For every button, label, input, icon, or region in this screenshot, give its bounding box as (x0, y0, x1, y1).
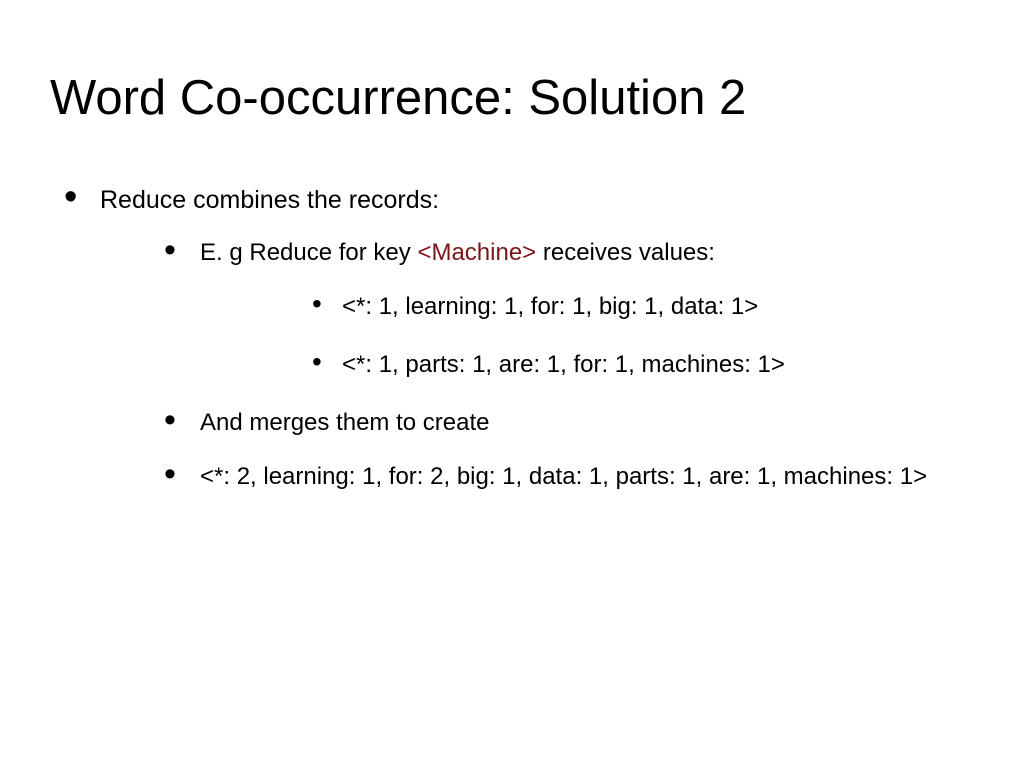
slide-title: Word Co-occurrence: Solution 2 (50, 70, 974, 126)
bullet-l3-value2: <*: 1, parts: 1, are: 1, for: 1, machine… (308, 351, 974, 379)
l2a-suffix: receives values: (536, 239, 715, 266)
bullet-list-l1: Reduce combines the records: E. g Reduce… (50, 186, 974, 491)
bullet-l1: Reduce combines the records: E. g Reduce… (50, 186, 974, 491)
bullet-l1-text: Reduce combines the records: (100, 186, 439, 214)
bullet-l2-merge: And merges them to create (150, 409, 974, 437)
bullet-l3-value1: <*: 1, learning: 1, for: 1, big: 1, data… (308, 293, 974, 321)
slide: Word Co-occurrence: Solution 2 Reduce co… (0, 0, 1024, 768)
bullet-l2-example: E. g Reduce for key <Machine> receives v… (150, 239, 974, 379)
l2a-prefix: E. g Reduce for key (200, 239, 417, 266)
l2a-keyword: <Machine> (417, 239, 536, 266)
bullet-list-l2: E. g Reduce for key <Machine> receives v… (100, 239, 974, 491)
bullet-l2-result: <*: 2, learning: 1, for: 2, big: 1, data… (150, 463, 974, 491)
bullet-list-l3: <*: 1, learning: 1, for: 1, big: 1, data… (200, 293, 974, 379)
